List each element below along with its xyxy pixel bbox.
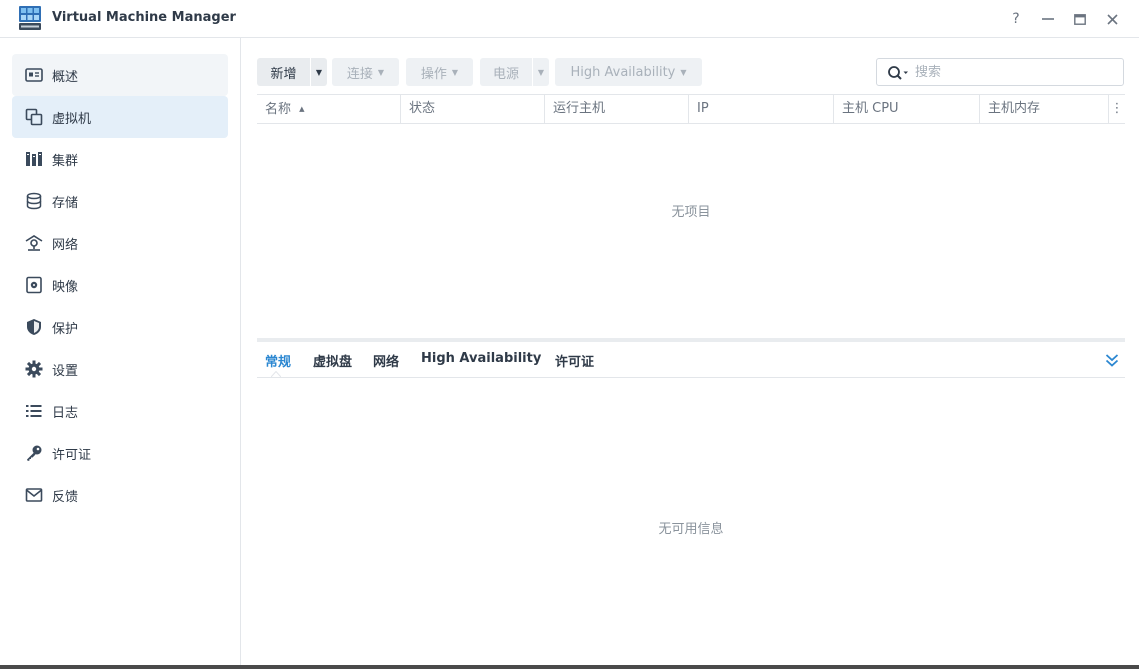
sidebar-item-label: 保护 — [52, 322, 79, 337]
minimize-button[interactable] — [1038, 9, 1058, 29]
active-tab-pointer — [271, 371, 281, 377]
action-button[interactable]: 操作 ▼ — [406, 58, 473, 86]
sidebar-item-log[interactable]: 日志 — [12, 390, 228, 432]
detail-tab-bar: 常规 虚拟盘 网络 High Availability 许可证 — [257, 342, 1125, 378]
connect-button-label: 连接 — [346, 66, 373, 82]
mail-icon — [25, 488, 43, 502]
sidebar-item-label: 集群 — [52, 154, 79, 169]
column-header-running-host[interactable]: 运行主机 — [545, 95, 689, 123]
sidebar-item-label: 存储 — [52, 196, 79, 211]
sidebar-item-virtual-machine[interactable]: 虚拟机 — [12, 96, 228, 138]
tab-network[interactable]: 网络 — [373, 351, 399, 370]
title-bar: Virtual Machine Manager ? — [0, 0, 1139, 38]
caret-down-icon: ▼ — [537, 67, 545, 77]
tab-high-availability[interactable]: High Availability — [421, 351, 541, 366]
vmm-app-icon — [19, 6, 41, 30]
image-icon — [26, 276, 42, 294]
protection-shield-icon — [27, 319, 41, 335]
high-availability-button-label: High Availability — [570, 64, 676, 80]
sidebar-item-label: 网络 — [52, 238, 79, 253]
power-button[interactable]: 电源 — [480, 58, 532, 86]
overview-icon — [25, 68, 43, 82]
caret-down-icon: ▼ — [377, 67, 385, 77]
column-header-name[interactable]: 名称 ▲ — [257, 95, 401, 123]
tab-general[interactable]: 常规 — [265, 351, 291, 370]
detail-empty-message: 无可用信息 — [658, 522, 724, 537]
search-input[interactable] — [915, 63, 1115, 81]
create-dropdown-button[interactable]: ▼ — [310, 58, 327, 86]
sidebar-item-storage[interactable]: 存储 — [12, 180, 228, 222]
search-icon[interactable] — [887, 65, 909, 81]
column-header-ip[interactable]: IP — [689, 95, 834, 123]
app-title: Virtual Machine Manager — [52, 10, 236, 25]
sidebar: 概述 虚拟机 集群 存储 网络 映像 保护 设置 日志 许可证 反馈 — [0, 38, 241, 669]
column-header-host-memory[interactable]: 主机内存 — [980, 95, 1109, 123]
cluster-icon — [26, 152, 42, 166]
caret-down-icon: ▼ — [451, 67, 459, 77]
sidebar-item-image[interactable]: 映像 — [12, 264, 228, 306]
column-header-label: 名称 — [265, 102, 292, 117]
high-availability-button[interactable]: High Availability ▼ — [555, 58, 702, 86]
sidebar-item-network[interactable]: 网络 — [12, 222, 228, 264]
maximize-icon — [1074, 13, 1086, 25]
window-bottom-edge — [0, 665, 1139, 669]
sidebar-item-cluster[interactable]: 集群 — [12, 138, 228, 180]
key-icon — [27, 445, 42, 461]
column-header-status[interactable]: 状态 — [401, 95, 545, 123]
storage-icon — [26, 192, 42, 210]
power-dropdown-button[interactable]: ▼ — [532, 58, 549, 86]
sort-ascending-icon: ▲ — [299, 105, 305, 113]
grid-empty-message: 无项目 — [671, 205, 711, 220]
search-box — [876, 58, 1124, 86]
column-options-icon[interactable]: ⋮ — [1109, 95, 1125, 123]
sidebar-item-feedback[interactable]: 反馈 — [12, 474, 228, 516]
log-list-icon — [26, 405, 42, 417]
close-icon — [1106, 13, 1118, 25]
help-button[interactable]: ? — [1006, 9, 1026, 29]
close-button[interactable] — [1102, 9, 1122, 29]
connect-button[interactable]: 连接 ▼ — [332, 58, 399, 86]
sidebar-item-label: 许可证 — [52, 448, 92, 463]
sidebar-item-label: 虚拟机 — [52, 112, 92, 127]
sidebar-item-label: 日志 — [52, 406, 79, 421]
sidebar-item-label: 映像 — [52, 280, 79, 295]
sidebar-item-license[interactable]: 许可证 — [12, 432, 228, 474]
sidebar-item-label: 设置 — [52, 364, 79, 379]
sidebar-item-settings[interactable]: 设置 — [12, 348, 228, 390]
tab-virtual-disk[interactable]: 虚拟盘 — [313, 351, 352, 370]
grid-header: 名称 ▲ 状态 运行主机 IP 主机 CPU 主机内存 ⋮ — [257, 94, 1125, 124]
sidebar-item-protection[interactable]: 保护 — [12, 306, 228, 348]
virtual-machine-icon — [25, 108, 43, 126]
network-icon — [25, 235, 43, 251]
tab-license[interactable]: 许可证 — [555, 351, 594, 370]
sidebar-item-label: 反馈 — [52, 490, 79, 505]
gear-icon — [25, 360, 43, 378]
column-header-host-cpu[interactable]: 主机 CPU — [834, 95, 980, 123]
maximize-button[interactable] — [1070, 9, 1090, 29]
action-button-label: 操作 — [420, 66, 447, 82]
minimize-icon — [1042, 18, 1054, 20]
collapse-panel-icon[interactable] — [1105, 352, 1119, 368]
sidebar-item-overview[interactable]: 概述 — [12, 54, 228, 96]
caret-down-icon: ▼ — [680, 67, 687, 77]
caret-down-icon: ▼ — [315, 67, 323, 77]
sidebar-item-label: 概述 — [52, 70, 79, 85]
create-button[interactable]: 新增 — [257, 58, 310, 86]
